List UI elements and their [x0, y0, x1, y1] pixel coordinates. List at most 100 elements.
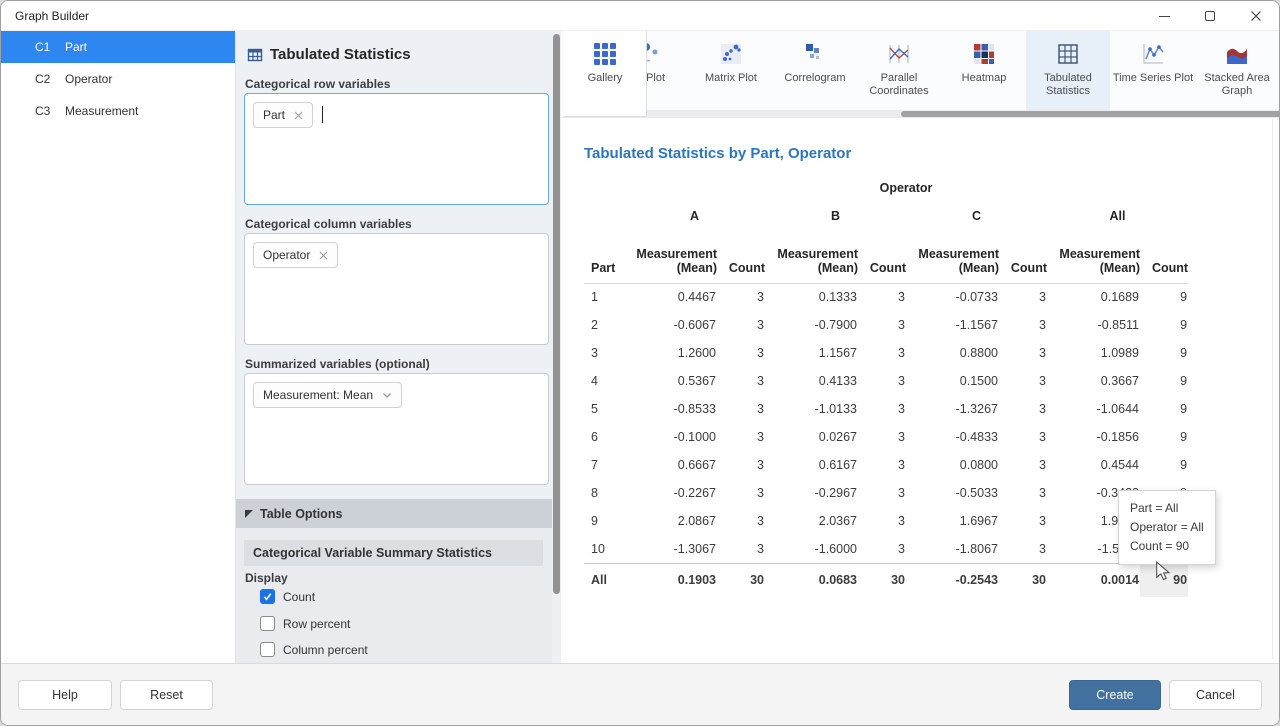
value-cell[interactable]: 1.6967 — [906, 507, 999, 535]
gallery-item-tabulated-statistics[interactable]: Tabulated Statistics — [1026, 31, 1110, 111]
checkbox-row-column-percent[interactable]: Column percent — [260, 642, 368, 657]
value-cell[interactable]: 2.0867 — [624, 507, 717, 535]
value-cell[interactable]: 3 — [999, 395, 1047, 423]
value-cell[interactable]: 9 — [1140, 395, 1188, 423]
value-cell[interactable]: 3 — [858, 507, 906, 535]
value-cell[interactable]: 3 — [999, 507, 1047, 535]
create-button[interactable]: Create — [1069, 680, 1161, 710]
value-cell[interactable]: 0.1333 — [765, 283, 858, 311]
value-cell[interactable]: 2.0367 — [765, 507, 858, 535]
remove-icon[interactable] — [294, 111, 303, 120]
content-scrollbar[interactable] — [1272, 119, 1273, 659]
value-cell[interactable]: 3 — [999, 283, 1047, 311]
panel-scrollbar[interactable] — [552, 31, 561, 663]
value-cell[interactable]: 3 — [999, 451, 1047, 479]
part-cell[interactable]: All — [584, 563, 624, 597]
value-cell[interactable]: 0.1500 — [906, 367, 999, 395]
gallery-scrollbar-thumb[interactable] — [901, 111, 1280, 117]
value-cell[interactable]: -1.6000 — [765, 535, 858, 563]
value-cell[interactable]: 3 — [717, 395, 765, 423]
checkbox-column-percent[interactable] — [260, 642, 275, 657]
value-cell[interactable]: 9 — [1140, 339, 1188, 367]
part-cell[interactable]: 6 — [584, 423, 624, 451]
sidebar-item-operator[interactable]: C2 Operator — [1, 63, 235, 95]
value-cell[interactable]: 3 — [858, 395, 906, 423]
checkbox-row-count[interactable]: Count — [260, 589, 315, 604]
variable-chip-operator[interactable]: Operator — [253, 242, 338, 268]
value-cell[interactable]: 3 — [999, 311, 1047, 339]
value-cell[interactable]: 3 — [999, 479, 1047, 507]
value-cell[interactable]: 3 — [717, 367, 765, 395]
value-cell[interactable]: 3 — [717, 451, 765, 479]
value-cell[interactable]: 9 — [1140, 311, 1188, 339]
value-cell[interactable]: 0.0800 — [906, 451, 999, 479]
value-cell[interactable]: 0.6167 — [765, 451, 858, 479]
value-cell[interactable]: 3 — [999, 423, 1047, 451]
gallery-item-gallery[interactable]: Gallery — [564, 31, 647, 117]
gallery-item-parallel-coordinates[interactable]: Parallel Coordinates — [857, 31, 941, 111]
checkbox-count[interactable] — [260, 589, 275, 604]
reset-button[interactable]: Reset — [120, 680, 213, 710]
part-cell[interactable]: 2 — [584, 311, 624, 339]
value-cell[interactable]: 30 — [717, 563, 765, 597]
help-button[interactable]: Help — [18, 680, 112, 710]
value-cell[interactable]: 0.4133 — [765, 367, 858, 395]
part-cell[interactable]: 1 — [584, 283, 624, 311]
value-cell[interactable]: 3 — [717, 479, 765, 507]
value-cell[interactable]: 1.0989 — [1047, 339, 1140, 367]
value-cell[interactable]: -0.0733 — [906, 283, 999, 311]
value-cell[interactable]: 30 — [999, 563, 1047, 597]
value-cell[interactable]: 3 — [858, 451, 906, 479]
value-cell[interactable]: 0.5367 — [624, 367, 717, 395]
part-cell[interactable]: 8 — [584, 479, 624, 507]
value-cell[interactable]: -0.2267 — [624, 479, 717, 507]
value-cell[interactable]: -0.1000 — [624, 423, 717, 451]
value-cell[interactable]: -1.1567 — [906, 311, 999, 339]
value-cell[interactable]: 3 — [717, 535, 765, 563]
cancel-button[interactable]: Cancel — [1169, 680, 1262, 710]
row-variables-well[interactable]: Part — [244, 93, 549, 205]
part-cell[interactable]: 10 — [584, 535, 624, 563]
gallery-item-stacked-area-graph[interactable]: Stacked Area Graph — [1195, 31, 1279, 111]
remove-icon[interactable] — [319, 251, 328, 260]
gallery-scrollbar[interactable] — [647, 110, 1280, 117]
gallery-item-heatmap[interactable]: Heatmap — [942, 31, 1026, 111]
value-cell[interactable]: 3 — [858, 423, 906, 451]
value-cell[interactable]: 9 — [1140, 423, 1188, 451]
chevron-down-icon[interactable] — [382, 392, 392, 399]
value-cell[interactable]: -0.1856 — [1047, 423, 1140, 451]
gallery-item-matrix-plot[interactable]: Matrix Plot — [689, 31, 773, 111]
checkbox-row-row-percent[interactable]: Row percent — [260, 616, 350, 631]
value-cell[interactable]: 3 — [717, 339, 765, 367]
value-cell[interactable]: -0.4833 — [906, 423, 999, 451]
value-cell[interactable]: 1.2600 — [624, 339, 717, 367]
value-cell[interactable]: -0.8533 — [624, 395, 717, 423]
value-cell[interactable]: 0.1689 — [1047, 283, 1140, 311]
value-cell[interactable]: 3 — [858, 311, 906, 339]
value-cell[interactable]: 3 — [858, 479, 906, 507]
part-cell[interactable]: 5 — [584, 395, 624, 423]
sidebar-item-part[interactable]: C1 Part — [1, 31, 235, 63]
value-cell[interactable]: 0.4544 — [1047, 451, 1140, 479]
value-cell[interactable]: -0.8511 — [1047, 311, 1140, 339]
maximize-button[interactable] — [1187, 1, 1233, 31]
value-cell[interactable]: 0.1903 — [624, 563, 717, 597]
part-cell[interactable]: 9 — [584, 507, 624, 535]
table-options-header[interactable]: Table Options — [236, 499, 553, 528]
value-cell[interactable]: -1.3067 — [624, 535, 717, 563]
gallery-item-correlogram[interactable]: Correlogram — [773, 31, 857, 111]
part-cell[interactable]: 4 — [584, 367, 624, 395]
variable-chip-measurement-mean[interactable]: Measurement: Mean — [253, 382, 402, 408]
value-cell[interactable]: 3 — [999, 535, 1047, 563]
value-cell[interactable]: 3 — [858, 339, 906, 367]
close-button[interactable] — [1233, 1, 1279, 31]
value-cell[interactable]: 3 — [858, 367, 906, 395]
value-cell[interactable]: -1.0133 — [765, 395, 858, 423]
value-cell[interactable]: 0.3667 — [1047, 367, 1140, 395]
minimize-button[interactable] — [1141, 1, 1187, 31]
value-cell[interactable]: 0.4467 — [624, 283, 717, 311]
column-variables-well[interactable]: Operator — [244, 233, 549, 345]
value-cell[interactable]: 3 — [717, 283, 765, 311]
value-cell[interactable]: -1.8067 — [906, 535, 999, 563]
part-cell[interactable]: 3 — [584, 339, 624, 367]
